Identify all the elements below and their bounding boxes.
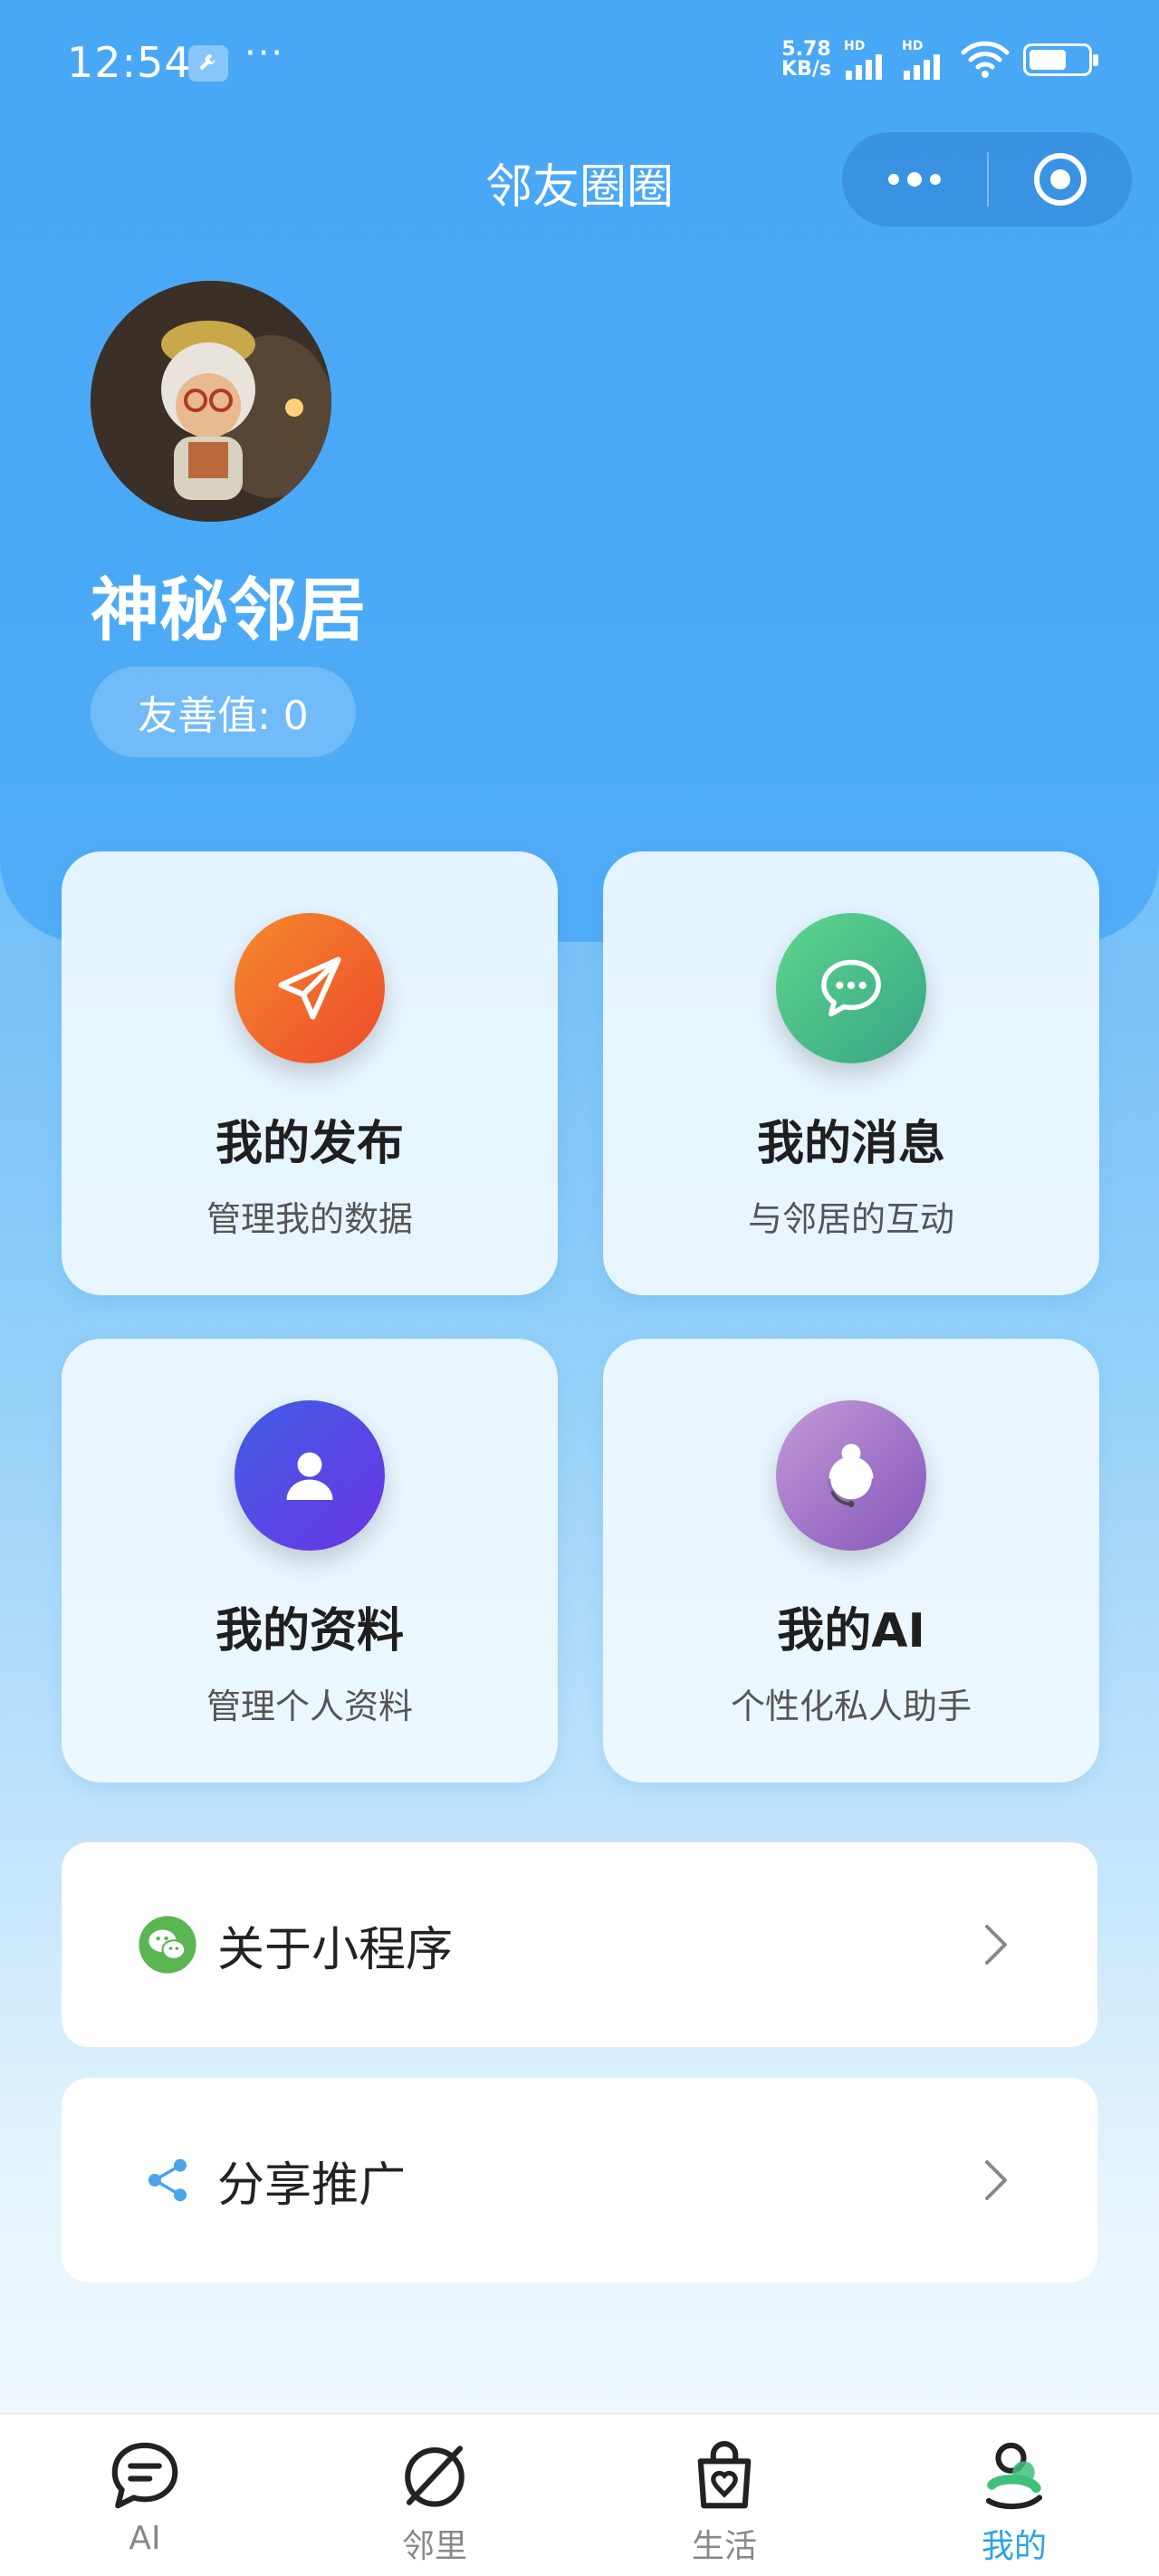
network-speed-unit: KB/s [781,58,831,81]
person-icon [235,1400,385,1551]
compass-icon [394,2435,475,2516]
chat-icon [104,2435,186,2516]
close-mini-program-button[interactable] [989,153,1132,206]
signal-label: HD [844,39,866,53]
list-item-share[interactable]: 分享推广 [62,2078,1097,2283]
card-subtitle: 管理我的数据 [206,1199,413,1239]
card-title: 我的AI [777,1604,925,1658]
signal-icon: HD [902,40,947,80]
more-dot [888,174,899,185]
list-item-label: 关于小程序 [217,1922,454,1977]
network-speed-value: 5.78 [781,38,831,61]
tab-neighborhood[interactable]: 邻里 [290,2415,580,2576]
card-title: 我的资料 [215,1604,404,1658]
avatar[interactable] [91,281,331,522]
share-icon [138,2150,197,2210]
battery-level [1030,50,1067,70]
username: 神秘邻居 [91,570,366,650]
assistant-icon [776,1400,926,1551]
tab-label: AI [129,2520,161,2557]
card-title: 我的消息 [756,1117,945,1171]
signal-icon: HD [844,40,889,80]
status-indicators: 5.78 KB/s HD HD [781,40,1098,80]
me-icon [973,2435,1055,2516]
tab-ai[interactable]: AI [0,2415,290,2576]
card-title: 我的发布 [215,1117,404,1171]
chevron-right-icon [978,1918,1014,1972]
card-subtitle: 个性化私人助手 [730,1687,972,1726]
chat-bubble-icon [776,913,926,1063]
card-my-ai[interactable]: 我的AI 个性化私人助手 [603,1339,1099,1783]
mini-program-capsule [842,132,1132,226]
tab-label: 我的 [981,2528,1047,2565]
list-item-about[interactable]: 关于小程序 [62,1842,1097,2047]
card-subtitle: 与邻居的互动 [747,1199,954,1239]
shopping-bag-icon [684,2435,765,2516]
card-subtitle: 管理个人资料 [206,1687,413,1726]
more-dot [930,174,941,185]
wechat-icon [138,1915,197,1975]
wrench-icon [188,45,228,82]
card-my-profile[interactable]: 我的资料 管理个人资料 [62,1339,558,1783]
list-item-label: 分享推广 [217,2158,407,2213]
more-dot [907,172,922,187]
status-time: 12:54 [67,38,192,87]
more-options-button[interactable] [842,132,987,226]
card-my-messages[interactable]: 我的消息 与邻居的互动 [603,851,1099,1295]
paper-plane-icon [235,913,385,1063]
tab-life[interactable]: 生活 [580,2415,869,2576]
tab-me[interactable]: 我的 [869,2415,1159,2576]
battery-icon [1023,43,1098,76]
target-icon [1034,153,1087,206]
card-my-posts[interactable]: 我的发布 管理我的数据 [62,851,558,1295]
tab-label: 邻里 [401,2528,467,2565]
wifi-icon [961,41,1010,78]
network-speed: 5.78 KB/s [781,40,831,80]
signal-label: HD [902,39,924,53]
tab-bar: AI 邻里 生活 我的 [0,2413,1159,2576]
status-bar: 12:54 ··· 5.78 KB/s HD HD [0,0,1159,127]
status-more-dots: ··· [244,33,285,74]
tab-label: 生活 [691,2528,757,2565]
kindness-score-badge: 友善值: 0 [91,667,356,757]
chevron-right-icon [978,2153,1014,2207]
